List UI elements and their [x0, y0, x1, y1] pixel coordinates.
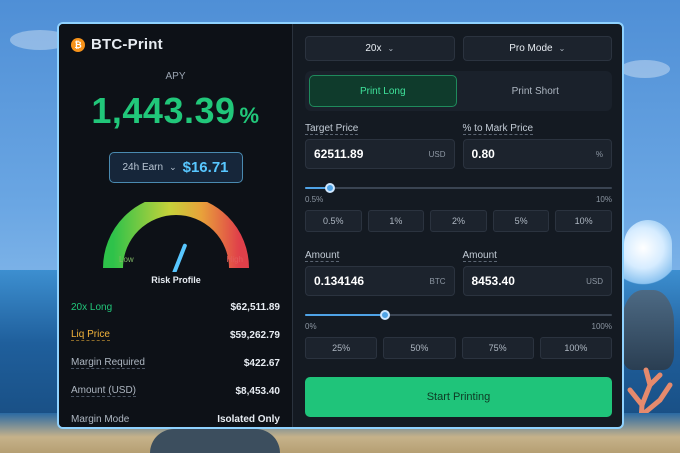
amount-usd-label: Amount [462, 250, 613, 262]
earn-value: $16.71 [182, 159, 229, 176]
stat-label: Margin Mode [71, 413, 130, 425]
chevron-down-icon: ⌄ [558, 44, 566, 53]
preset-25-button[interactable]: 25% [305, 337, 378, 359]
amount-inputs: 0.134146 BTC 8453.40 USD [305, 266, 612, 296]
amount-btc-input[interactable]: 0.134146 BTC [305, 266, 455, 296]
seabed-rock [150, 429, 280, 453]
print-long-tab[interactable]: Print Long [309, 75, 457, 107]
stat-value: $422.67 [243, 357, 280, 369]
start-printing-button[interactable]: Start Printing [305, 377, 612, 417]
leverage-select[interactable]: 20x ⌄ [305, 36, 455, 61]
stat-row: 20x Long $62,511.89 [71, 293, 280, 321]
target-price-unit: USD [428, 149, 446, 159]
preset-10-button[interactable]: 10% [555, 210, 612, 232]
brand-header: ₿ BTC-Print [71, 36, 280, 53]
sea-rock [622, 290, 674, 370]
amount-usd-unit: USD [586, 276, 603, 286]
stat-label: Margin Required [71, 357, 145, 369]
target-price-label: Target Price [305, 123, 455, 135]
print-short-tab[interactable]: Print Short [463, 75, 609, 107]
target-slider[interactable] [305, 183, 612, 193]
pct-to-mark-value: 0.80 [471, 147, 495, 161]
slider-thumb[interactable] [379, 310, 390, 320]
pct-to-mark-label: % to Mark Price [462, 123, 613, 135]
stat-label: Amount (USD) [71, 385, 137, 397]
target-price-input[interactable]: 62511.89 USD [305, 139, 455, 169]
brand-name: BTC-Print [91, 36, 163, 53]
summary-panel: ₿ BTC-Print APY 1,443.39% 24h Earn ⌄ $16… [59, 24, 292, 427]
slider-min-label: 0.5% [305, 195, 324, 204]
gauge-high-label: High [226, 255, 243, 264]
settings-row: 20x ⌄ Pro Mode ⌄ [305, 36, 612, 61]
earn-period-label: 24h Earn [122, 162, 164, 173]
apy-number: 1,443.39 [91, 90, 236, 131]
amount-btc-label-text: Amount [305, 250, 340, 262]
stat-row: Liq Price $59,262.79 [71, 321, 280, 349]
gauge-needle [171, 243, 187, 276]
stat-row: Amount (USD) $8,453.40 [71, 377, 280, 405]
apy-value: 1,443.39% [71, 90, 280, 132]
pct-to-mark-unit: % [595, 149, 603, 159]
stat-value: Isolated Only [217, 413, 280, 425]
amount-slider-labels: 0% 100% [305, 322, 612, 331]
slider-fill [305, 314, 385, 316]
preset-50-button[interactable]: 50% [383, 337, 456, 359]
target-price-label-text: Target Price [305, 123, 359, 135]
pct-to-mark-label-text: % to Mark Price [462, 123, 534, 135]
target-inputs: 62511.89 USD 0.80 % [305, 139, 612, 169]
slider-min-label: 0% [305, 322, 317, 331]
amount-presets: 25% 50% 75% 100% [305, 337, 612, 359]
trading-panel: ₿ BTC-Print APY 1,443.39% 24h Earn ⌄ $16… [57, 22, 624, 429]
slider-max-label: 100% [591, 322, 612, 331]
apy-label: APY [165, 71, 186, 82]
gauge-low-label: Low [119, 255, 134, 264]
target-price-value: 62511.89 [314, 147, 364, 161]
stat-value: $59,262.79 [229, 329, 280, 341]
amount-btc-unit: BTC [429, 276, 446, 286]
target-presets: 0.5% 1% 2% 5% 10% [305, 210, 612, 232]
side-toggle: Print Long Print Short [305, 71, 612, 111]
amount-slider[interactable] [305, 310, 612, 320]
amount-labels: Amount Amount [305, 250, 613, 262]
stat-label: 20x Long [71, 301, 113, 313]
stat-value: $8,453.40 [235, 385, 281, 397]
chevron-down-icon: ⌄ [387, 44, 395, 53]
position-stats: 20x Long $62,511.89 Liq Price $59,262.79… [71, 293, 280, 427]
amount-btc-label: Amount [305, 250, 455, 262]
risk-profile-label: Risk Profile [151, 275, 201, 285]
stat-row: Margin Mode Isolated Only [71, 405, 280, 427]
slider-max-label: 10% [595, 195, 612, 204]
stat-row: Margin Required $422.67 [71, 349, 280, 377]
amount-usd-value: 8453.40 [471, 274, 515, 288]
slider-track [305, 187, 612, 189]
bitcoin-icon: ₿ [71, 37, 85, 52]
leverage-value: 20x [365, 43, 382, 54]
mode-select[interactable]: Pro Mode ⌄ [462, 36, 612, 61]
preset-75-button[interactable]: 75% [461, 337, 534, 359]
cloud [620, 60, 670, 78]
chevron-down-icon: ⌄ [169, 162, 177, 172]
order-form: 20x ⌄ Pro Mode ⌄ Print Long Print Short … [293, 24, 622, 427]
preset-2-button[interactable]: 2% [430, 210, 487, 232]
preset-100-button[interactable]: 100% [539, 337, 612, 359]
stat-label: Liq Price [71, 329, 110, 341]
amount-usd-label-text: Amount [462, 250, 497, 262]
risk-gauge: Low High Risk Profile [101, 195, 251, 294]
preset-0-5-button[interactable]: 0.5% [305, 210, 362, 232]
slider-thumb[interactable] [324, 183, 335, 193]
amount-usd-input[interactable]: 8453.40 USD [462, 266, 612, 296]
stat-value: $62,511.89 [230, 301, 281, 313]
target-slider-labels: 0.5% 10% [305, 195, 612, 204]
target-labels: Target Price % to Mark Price [305, 123, 613, 135]
amount-btc-value: 0.134146 [314, 274, 365, 288]
preset-5-button[interactable]: 5% [492, 210, 550, 232]
earn-period-selector[interactable]: 24h Earn ⌄ $16.71 [108, 152, 243, 183]
pct-to-mark-input[interactable]: 0.80 % [462, 139, 612, 169]
mode-value: Pro Mode [509, 43, 553, 54]
preset-1-button[interactable]: 1% [367, 210, 425, 232]
wave-splash [624, 220, 672, 290]
apy-unit: % [239, 103, 260, 128]
